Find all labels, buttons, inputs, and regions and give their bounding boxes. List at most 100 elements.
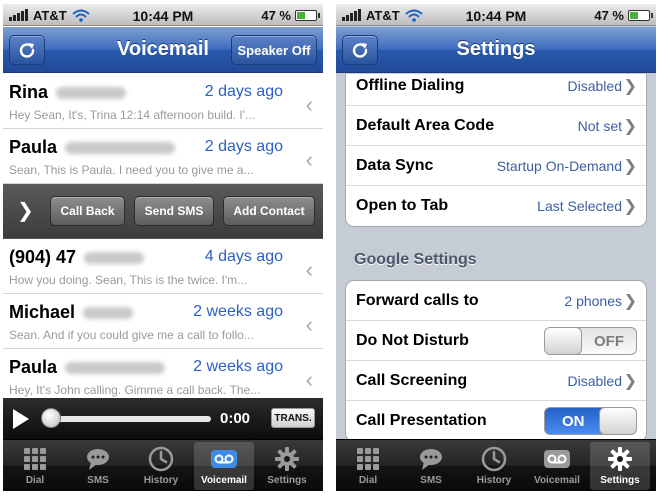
call-presentation-toggle[interactable]: ON <box>544 407 637 435</box>
settings-group-general: Offline Dialing Disabled ❯ Default Area … <box>345 74 647 227</box>
chevron-left-icon[interactable]: ‹ <box>306 367 313 393</box>
keypad-icon <box>21 445 49 473</box>
chevron-right-icon: ❯ <box>623 118 637 135</box>
setting-open-to-tab[interactable]: Open to Tab Last Selected ❯ <box>346 186 646 226</box>
toggle-state: ON <box>562 413 585 430</box>
tab-label: History <box>476 475 512 486</box>
chevron-left-icon[interactable]: ‹ <box>306 147 313 173</box>
setting-label: Forward calls to <box>356 292 479 309</box>
transcribe-button[interactable]: TRANS. <box>271 408 315 428</box>
add-contact-button[interactable]: Add Contact <box>223 196 315 226</box>
toggle-knob <box>599 408 636 434</box>
voicemail-item[interactable]: (904) 47 4 days ago How you doing. Sean,… <box>3 239 323 294</box>
voicemail-action-row: ❯ Call Back Send SMS Add Contact <box>3 184 323 239</box>
voicemail-screen: AT&T 10:44 PM 47 % Voicemail Speaker Off… <box>3 4 323 491</box>
chevron-left-icon[interactable]: ‹ <box>306 312 313 338</box>
setting-call-screening[interactable]: Call Screening Disabled ❯ <box>346 361 646 401</box>
setting-default-area-code[interactable]: Default Area Code Not set ❯ <box>346 106 646 146</box>
section-header-google: Google Settings <box>354 251 477 268</box>
redacted-text <box>56 86 127 99</box>
voicemail-preview: Sean, This is Paula. I need you to give … <box>9 163 254 177</box>
play-icon[interactable] <box>13 409 29 429</box>
setting-value: Disabled <box>567 373 622 389</box>
voicemail-caller: (904) 47 <box>9 247 145 268</box>
tab-settings[interactable]: Settings <box>590 442 650 490</box>
voicemail-caller: Rina <box>9 82 127 103</box>
voicemail-item[interactable]: Rina 2 days ago Hey Sean, It's, Trina 12… <box>3 74 323 129</box>
battery-percent: 47 % <box>261 8 291 23</box>
page-title: Settings <box>456 38 536 60</box>
voicemail-preview: Sean. And if you could give me a call to… <box>9 328 254 342</box>
settings-list: Offline Dialing Disabled ❯ Default Area … <box>336 74 656 439</box>
voicemail-preview: Hey, It's John calling. Gimme a call bac… <box>9 383 261 397</box>
playback-time: 0:00 <box>220 410 251 427</box>
tab-label: Dial <box>358 475 378 486</box>
chevron-right-icon: ❯ <box>623 293 637 310</box>
tab-sms[interactable]: SMS <box>401 442 461 490</box>
settings-group-google: Forward calls to 2 phones ❯ Do Not Distu… <box>345 280 647 439</box>
tab-dial[interactable]: Dial <box>338 442 398 490</box>
voicemail-caller: Michael <box>9 302 134 323</box>
voicemail-icon <box>543 445 571 473</box>
tab-dial[interactable]: Dial <box>5 442 65 490</box>
keypad-icon <box>354 445 382 473</box>
setting-label: Default Area Code <box>356 117 495 134</box>
tab-voicemail[interactable]: Voicemail <box>194 442 254 490</box>
redacted-text <box>83 306 134 319</box>
tab-label: Settings <box>267 475 307 486</box>
gear-icon <box>606 445 634 473</box>
nav-bar: Voicemail Speaker Off <box>3 27 323 73</box>
setting-label: Data Sync <box>356 157 434 174</box>
nav-bar: Settings <box>336 27 656 73</box>
chevron-right-icon: ❯ <box>623 158 637 175</box>
voicemail-list: Rina 2 days ago Hey Sean, It's, Trina 12… <box>3 74 323 404</box>
tab-sms[interactable]: SMS <box>68 442 128 490</box>
caller-name: Paula <box>9 137 58 157</box>
chevron-right-icon[interactable]: ❯ <box>17 198 34 223</box>
tab-history[interactable]: History <box>131 442 191 490</box>
call-back-button[interactable]: Call Back <box>50 196 125 226</box>
chevron-right-icon: ❯ <box>623 373 637 390</box>
redacted-text <box>65 141 176 154</box>
playback-slider[interactable] <box>47 416 211 422</box>
chevron-left-icon[interactable]: ‹ <box>306 257 313 283</box>
chat-bubble-icon <box>84 445 112 473</box>
voicemail-date: 2 weeks ago <box>193 303 283 320</box>
playback-slider-knob[interactable] <box>41 408 61 428</box>
send-sms-button[interactable]: Send SMS <box>134 196 214 226</box>
chat-bubble-icon <box>417 445 445 473</box>
tab-label: History <box>143 475 179 486</box>
tab-label: Voicemail <box>201 475 247 486</box>
voicemail-caller: Paula <box>9 357 166 378</box>
speaker-off-button[interactable]: Speaker Off <box>231 35 317 65</box>
clock-icon <box>480 445 508 473</box>
tab-history[interactable]: History <box>464 442 524 490</box>
caller-name: (904) 47 <box>9 247 77 267</box>
setting-data-sync[interactable]: Data Sync Startup On-Demand ❯ <box>346 146 646 186</box>
tab-settings[interactable]: Settings <box>257 442 317 490</box>
battery-level-fill <box>630 12 638 19</box>
chevron-right-icon: ❯ <box>623 198 637 215</box>
tab-label: Voicemail <box>534 475 580 486</box>
do-not-disturb-toggle[interactable]: OFF <box>544 327 637 355</box>
setting-forward-calls[interactable]: Forward calls to 2 phones ❯ <box>346 281 646 321</box>
clock-icon <box>147 445 175 473</box>
voicemail-item[interactable]: Paula 2 days ago Sean, This is Paula. I … <box>3 129 323 184</box>
voicemail-item[interactable]: Michael 2 weeks ago Sean. And if you cou… <box>3 294 323 349</box>
battery-percent: 47 % <box>594 8 624 23</box>
tab-label: Settings <box>600 475 640 486</box>
voicemail-date: 2 days ago <box>204 138 283 155</box>
setting-offline-dialing[interactable]: Offline Dialing Disabled ❯ <box>346 74 646 106</box>
tab-label: SMS <box>87 475 109 486</box>
setting-label: Open to Tab <box>356 197 449 214</box>
battery-level-fill <box>297 12 305 19</box>
tab-label: SMS <box>420 475 442 486</box>
setting-value: Not set <box>577 118 622 134</box>
toggle-knob <box>545 328 582 354</box>
battery: 47 % <box>594 8 653 23</box>
voicemail-item[interactable]: Paula 2 weeks ago Hey, It's John calling… <box>3 349 323 404</box>
audio-player: 0:00 TRANS. <box>3 398 323 439</box>
chevron-left-icon[interactable]: ‹ <box>306 92 313 118</box>
battery-icon <box>295 10 320 21</box>
tab-voicemail[interactable]: Voicemail <box>527 442 587 490</box>
